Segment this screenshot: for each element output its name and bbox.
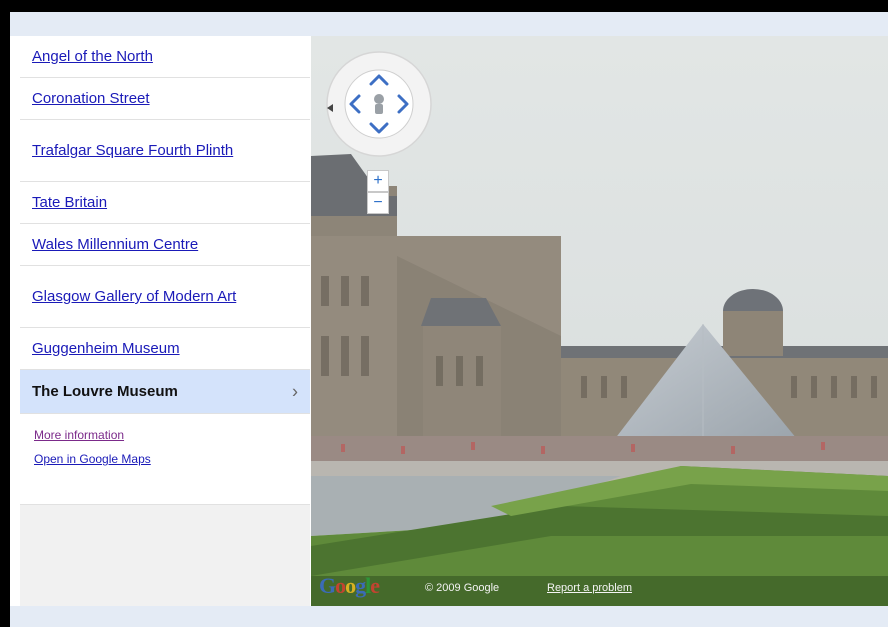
- sidebar-item-label: Glasgow Gallery of Modern Art: [32, 288, 237, 305]
- maps-widget: Angel of the North Coronation Street Tra…: [10, 12, 888, 627]
- sidebar-item-label: The Louvre Museum: [32, 383, 178, 400]
- sidebar-item-label: Tate Britain: [32, 194, 108, 211]
- sidebar-item-coronation-street[interactable]: Coronation Street: [20, 78, 310, 120]
- more-information-link[interactable]: More information: [34, 428, 124, 442]
- zoom-in-button[interactable]: +: [367, 170, 389, 192]
- sidebar-item-label: Coronation Street: [32, 90, 150, 107]
- street-view-panorama[interactable]: + − Google © 2009 Google Report a proble…: [311, 36, 888, 606]
- copyright-text: © 2009 Google: [425, 582, 500, 594]
- sidebar-item-glasgow-gallery[interactable]: Glasgow Gallery of Modern Art: [20, 266, 310, 328]
- sidebar-item-tate-britain[interactable]: Tate Britain: [20, 182, 310, 224]
- sidebar-item-label: Trafalgar Square Fourth Plinth: [32, 142, 234, 159]
- location-list: Angel of the North Coronation Street Tra…: [20, 36, 310, 606]
- chevron-right-icon: ›: [292, 381, 298, 401]
- location-details: More information Open in Google Maps: [20, 414, 310, 505]
- zoom-out-button[interactable]: −: [367, 192, 389, 214]
- sidebar-item-label: Angel of the North: [32, 48, 153, 65]
- open-in-google-maps-link[interactable]: Open in Google Maps: [34, 452, 151, 466]
- pan-control[interactable]: [325, 50, 433, 158]
- sidebar-item-guggenheim-museum[interactable]: Guggenheim Museum: [20, 328, 310, 370]
- sidebar-item-trafalgar-square[interactable]: Trafalgar Square Fourth Plinth: [20, 120, 310, 182]
- sidebar-item-louvre-museum[interactable]: The Louvre Museum ›: [20, 370, 310, 414]
- report-problem-link[interactable]: Report a problem: [547, 582, 632, 594]
- sidebar-item-wales-millennium-centre[interactable]: Wales Millennium Centre: [20, 224, 310, 266]
- top-bar: [10, 12, 888, 36]
- google-logo: Google: [319, 573, 380, 598]
- sidebar-item-label: Wales Millennium Centre: [32, 236, 199, 253]
- bottom-bar: [10, 606, 888, 627]
- sidebar-item-angel-of-the-north[interactable]: Angel of the North: [20, 36, 310, 78]
- sidebar-item-label: Guggenheim Museum: [32, 340, 180, 357]
